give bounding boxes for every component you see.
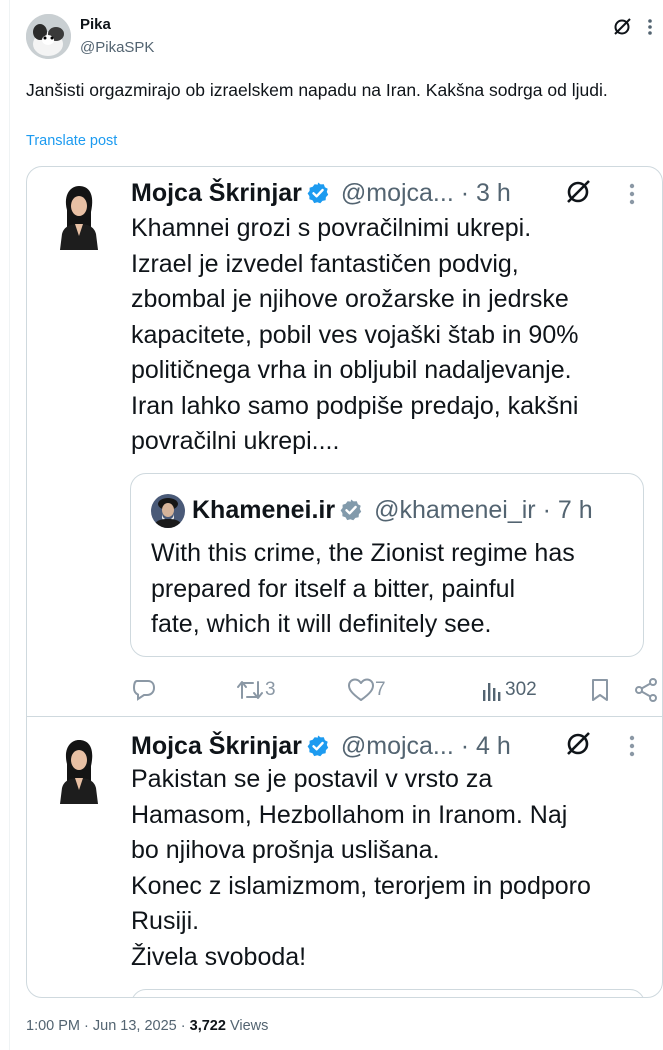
tweet-line: Iran lahko samo podpiše predajo, kakšni — [131, 391, 579, 420]
reply-icon — [131, 677, 157, 703]
timeline-border — [9, 0, 10, 1050]
bookmark-icon — [589, 677, 611, 703]
grok-icon[interactable] — [611, 16, 633, 38]
quoted-line: fate, which it will definitely see. — [151, 610, 492, 638]
tweet-time: · 4 h — [460, 732, 511, 760]
tweet-line: Khamnei grozi s povračilnimi ukrepi. — [131, 214, 532, 242]
like-action: 7 — [347, 675, 386, 705]
post-text: Janšisti orgazmirajo ob izraelskem napad… — [26, 80, 608, 100]
tweet-author-handle: @mojca... — [340, 179, 454, 207]
tweet-header: Mojca Škrinjar @mojca... · 3 h — [131, 177, 511, 209]
tweet-author-handle: @mojca... — [340, 732, 454, 760]
retweet-icon — [235, 677, 265, 703]
embedded-screenshot[interactable]: Mojca Škrinjar @mojca... · 3 h Khamnei g… — [26, 166, 663, 998]
tweet-line: Rusiji. — [131, 907, 200, 935]
more-icon[interactable] — [640, 16, 660, 38]
tweet-actions: 3 7 302 — [131, 675, 657, 705]
tweet-header: Mojca Škrinjar @mojca... · 4 h — [131, 730, 511, 762]
more-icon — [626, 734, 638, 758]
verified-badge-icon — [339, 496, 363, 521]
tweet-avatar — [57, 738, 101, 804]
reply-action — [131, 675, 157, 705]
tweet-line: povračilni ukrepi.... — [131, 427, 340, 455]
tweet-line: Konec z islamizmom, terorjem in podporo — [131, 871, 591, 900]
like-count: 7 — [375, 679, 386, 700]
like-icon — [347, 677, 375, 703]
views-icon — [481, 678, 505, 702]
verified-badge-icon — [306, 734, 330, 758]
tweet-author-name: Mojca Škrinjar — [131, 179, 302, 207]
tweet-avatar — [57, 184, 101, 250]
tweet-time: · 3 h — [460, 179, 511, 207]
views-label: Views — [225, 1018, 269, 1034]
views-count: 3,722 — [189, 1018, 226, 1034]
quoted-line: With this crime, the Zionist regime has — [151, 539, 575, 567]
tweet-divider — [27, 716, 662, 717]
bookmark-action — [589, 675, 611, 705]
tweet-text: Khamnei grozi s povračilnimi ukrepi. Izr… — [131, 211, 651, 460]
tweet-author-name: Mojca Škrinjar — [131, 732, 302, 760]
quoted-text: With this crime, the Zionist regime has … — [151, 536, 641, 643]
share-action — [633, 675, 659, 705]
quoted-time: · 7 h — [542, 496, 593, 524]
post-timestamp[interactable]: 1:00 PM · Jun 13, 2025 · — [26, 1018, 190, 1034]
post-metadata: 1:00 PM · Jun 13, 2025 · 3,722 Views — [26, 1018, 268, 1034]
tweet-line: Pakistan se je postavil v vrsto za — [131, 765, 493, 793]
tweet-line: Izrael je izvedel fantastičen podvig, — [131, 249, 519, 278]
tweet-line: kapacitete, pobil ves vojaški štab in 90… — [131, 320, 579, 349]
retweet-action: 3 — [235, 675, 276, 705]
more-icon — [626, 182, 638, 206]
author-handle[interactable]: @PikaSPK — [80, 39, 154, 56]
tweet-line: Hamasom, Hezbollahom in Iranom. Naj — [131, 800, 568, 829]
quoted-author-handle: @khamenei_ir — [374, 496, 536, 524]
tweet-text: Pakistan se je postavil v vrsto za Hamas… — [131, 762, 651, 975]
retweet-count: 3 — [265, 679, 276, 700]
translate-post-link[interactable]: Translate post — [26, 133, 117, 149]
quoted-avatar — [151, 494, 185, 528]
author-avatar[interactable] — [26, 14, 71, 59]
tweet-line: političnega vrha in obljubil nadaljevanj… — [131, 356, 572, 384]
tweet-line: bo njihova prošnja uslišana. — [131, 836, 440, 864]
author-name[interactable]: Pika — [80, 16, 111, 33]
grok-icon — [563, 177, 593, 207]
quoted-tweet: Khamenei.ir @khamenei_ir · 7 h With this… — [130, 473, 644, 657]
quoted-line: prepared for itself a bitter, painful — [151, 574, 516, 603]
tweet-line: zbombal je njihove orožarske in jedrske — [131, 285, 569, 313]
grok-icon — [563, 729, 593, 759]
tweet-line: Živela svoboda! — [131, 942, 307, 971]
next-quoted-tweet-edge — [131, 989, 645, 997]
quoted-header: Khamenei.ir @khamenei_ir · 7 h — [192, 492, 593, 528]
views-count: 302 — [505, 679, 537, 700]
views-action: 302 — [481, 675, 537, 705]
verified-badge-icon — [306, 181, 330, 205]
quoted-author-name: Khamenei.ir — [192, 496, 336, 524]
share-icon — [633, 677, 659, 703]
